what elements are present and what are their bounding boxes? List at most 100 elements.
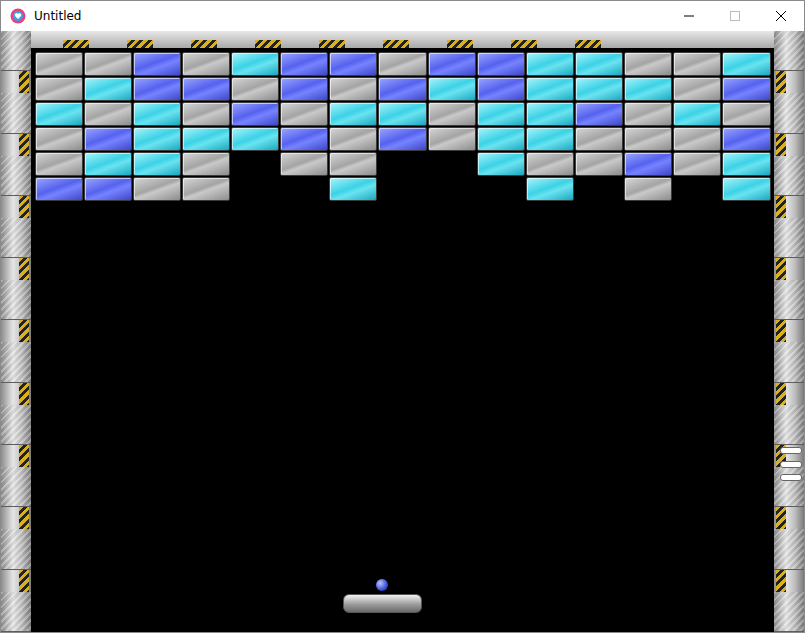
- cyan-brick: [526, 52, 574, 76]
- hazard-stripe: [127, 40, 153, 48]
- empty-brick: [231, 152, 279, 176]
- cyan-brick: [133, 127, 181, 151]
- ball: [376, 579, 388, 591]
- hazard-stripe: [19, 196, 29, 218]
- hazard-stripe: [19, 258, 29, 280]
- cyan-brick: [526, 77, 574, 101]
- game-area: [1, 31, 804, 632]
- metal-brick: [35, 52, 83, 76]
- metal-brick: [182, 102, 230, 126]
- wall-plate: [1, 405, 31, 445]
- metal-brick: [673, 127, 721, 151]
- hazard-stripe: [191, 40, 217, 48]
- wall-plate: [1, 467, 31, 507]
- cyan-brick: [673, 102, 721, 126]
- metal-brick: [526, 152, 574, 176]
- hazard-stripe: [19, 71, 29, 93]
- top-wall: [31, 31, 774, 48]
- cyan-brick: [231, 52, 279, 76]
- cyan-brick: [526, 102, 574, 126]
- blue-brick: [84, 177, 132, 201]
- wall-plate: [774, 156, 804, 196]
- hazard-stripe: [776, 507, 786, 529]
- hazard-stripe: [776, 71, 786, 93]
- metal-brick: [575, 127, 623, 151]
- minimize-button[interactable]: [666, 1, 712, 31]
- play-field[interactable]: [31, 48, 774, 632]
- vent-grille: [780, 447, 802, 481]
- hazard-stripe: [776, 134, 786, 156]
- cyan-brick: [575, 77, 623, 101]
- hazard-stripe: [319, 40, 345, 48]
- cyan-brick: [231, 127, 279, 151]
- metal-brick: [575, 152, 623, 176]
- game-window: Untitled: [0, 0, 805, 633]
- close-button[interactable]: [758, 1, 804, 31]
- hazard-stripe: [63, 40, 89, 48]
- metal-brick: [329, 77, 377, 101]
- maximize-button[interactable]: [712, 1, 758, 31]
- cyan-brick: [477, 127, 525, 151]
- cyan-brick: [182, 127, 230, 151]
- wall-plate: [774, 280, 804, 320]
- metal-brick: [133, 177, 181, 201]
- empty-brick: [428, 177, 476, 201]
- metal-brick: [84, 102, 132, 126]
- blue-brick: [35, 177, 83, 201]
- wall-plate: [774, 342, 804, 382]
- hazard-stripe: [19, 445, 29, 467]
- hazard-stripe: [255, 40, 281, 48]
- empty-brick: [378, 177, 426, 201]
- left-wall: [1, 31, 31, 632]
- blue-brick: [477, 77, 525, 101]
- metal-brick: [428, 102, 476, 126]
- cyan-brick: [575, 52, 623, 76]
- hazard-stripe: [776, 258, 786, 280]
- wall-plate: [1, 31, 31, 71]
- maximize-icon: [730, 11, 740, 21]
- blue-brick: [280, 77, 328, 101]
- wall-plate: [1, 342, 31, 382]
- cyan-brick: [378, 102, 426, 126]
- wall-plate: [1, 93, 31, 133]
- cyan-brick: [133, 102, 181, 126]
- wall-plate: [774, 93, 804, 133]
- metal-brick: [329, 127, 377, 151]
- hazard-stripe: [19, 570, 29, 592]
- app-icon: [10, 8, 26, 24]
- blue-brick: [428, 52, 476, 76]
- hazard-stripe: [776, 320, 786, 342]
- empty-brick: [378, 152, 426, 176]
- blue-brick: [378, 127, 426, 151]
- cyan-brick: [526, 127, 574, 151]
- hazard-stripe: [19, 383, 29, 405]
- empty-brick: [477, 177, 525, 201]
- empty-brick: [673, 177, 721, 201]
- cyan-brick: [84, 77, 132, 101]
- close-icon: [776, 11, 786, 21]
- cyan-brick: [477, 102, 525, 126]
- right-wall: [774, 31, 804, 632]
- metal-brick: [428, 127, 476, 151]
- blue-brick: [280, 127, 328, 151]
- blue-brick: [624, 152, 672, 176]
- metal-brick: [624, 127, 672, 151]
- wall-plate: [1, 592, 31, 632]
- hazard-stripe: [776, 196, 786, 218]
- cyan-brick: [526, 177, 574, 201]
- metal-brick: [673, 77, 721, 101]
- metal-brick: [280, 152, 328, 176]
- hazard-stripe: [447, 40, 473, 48]
- wall-plate: [774, 31, 804, 71]
- wall-plate: [774, 529, 804, 569]
- hazard-stripe: [511, 40, 537, 48]
- minimize-icon: [684, 11, 694, 21]
- cyan-brick: [133, 152, 181, 176]
- blue-brick: [722, 77, 770, 101]
- metal-brick: [35, 127, 83, 151]
- blue-brick: [477, 52, 525, 76]
- wall-plate: [774, 405, 804, 445]
- paddle[interactable]: [343, 594, 422, 613]
- cyan-brick: [722, 177, 770, 201]
- cyan-brick: [428, 77, 476, 101]
